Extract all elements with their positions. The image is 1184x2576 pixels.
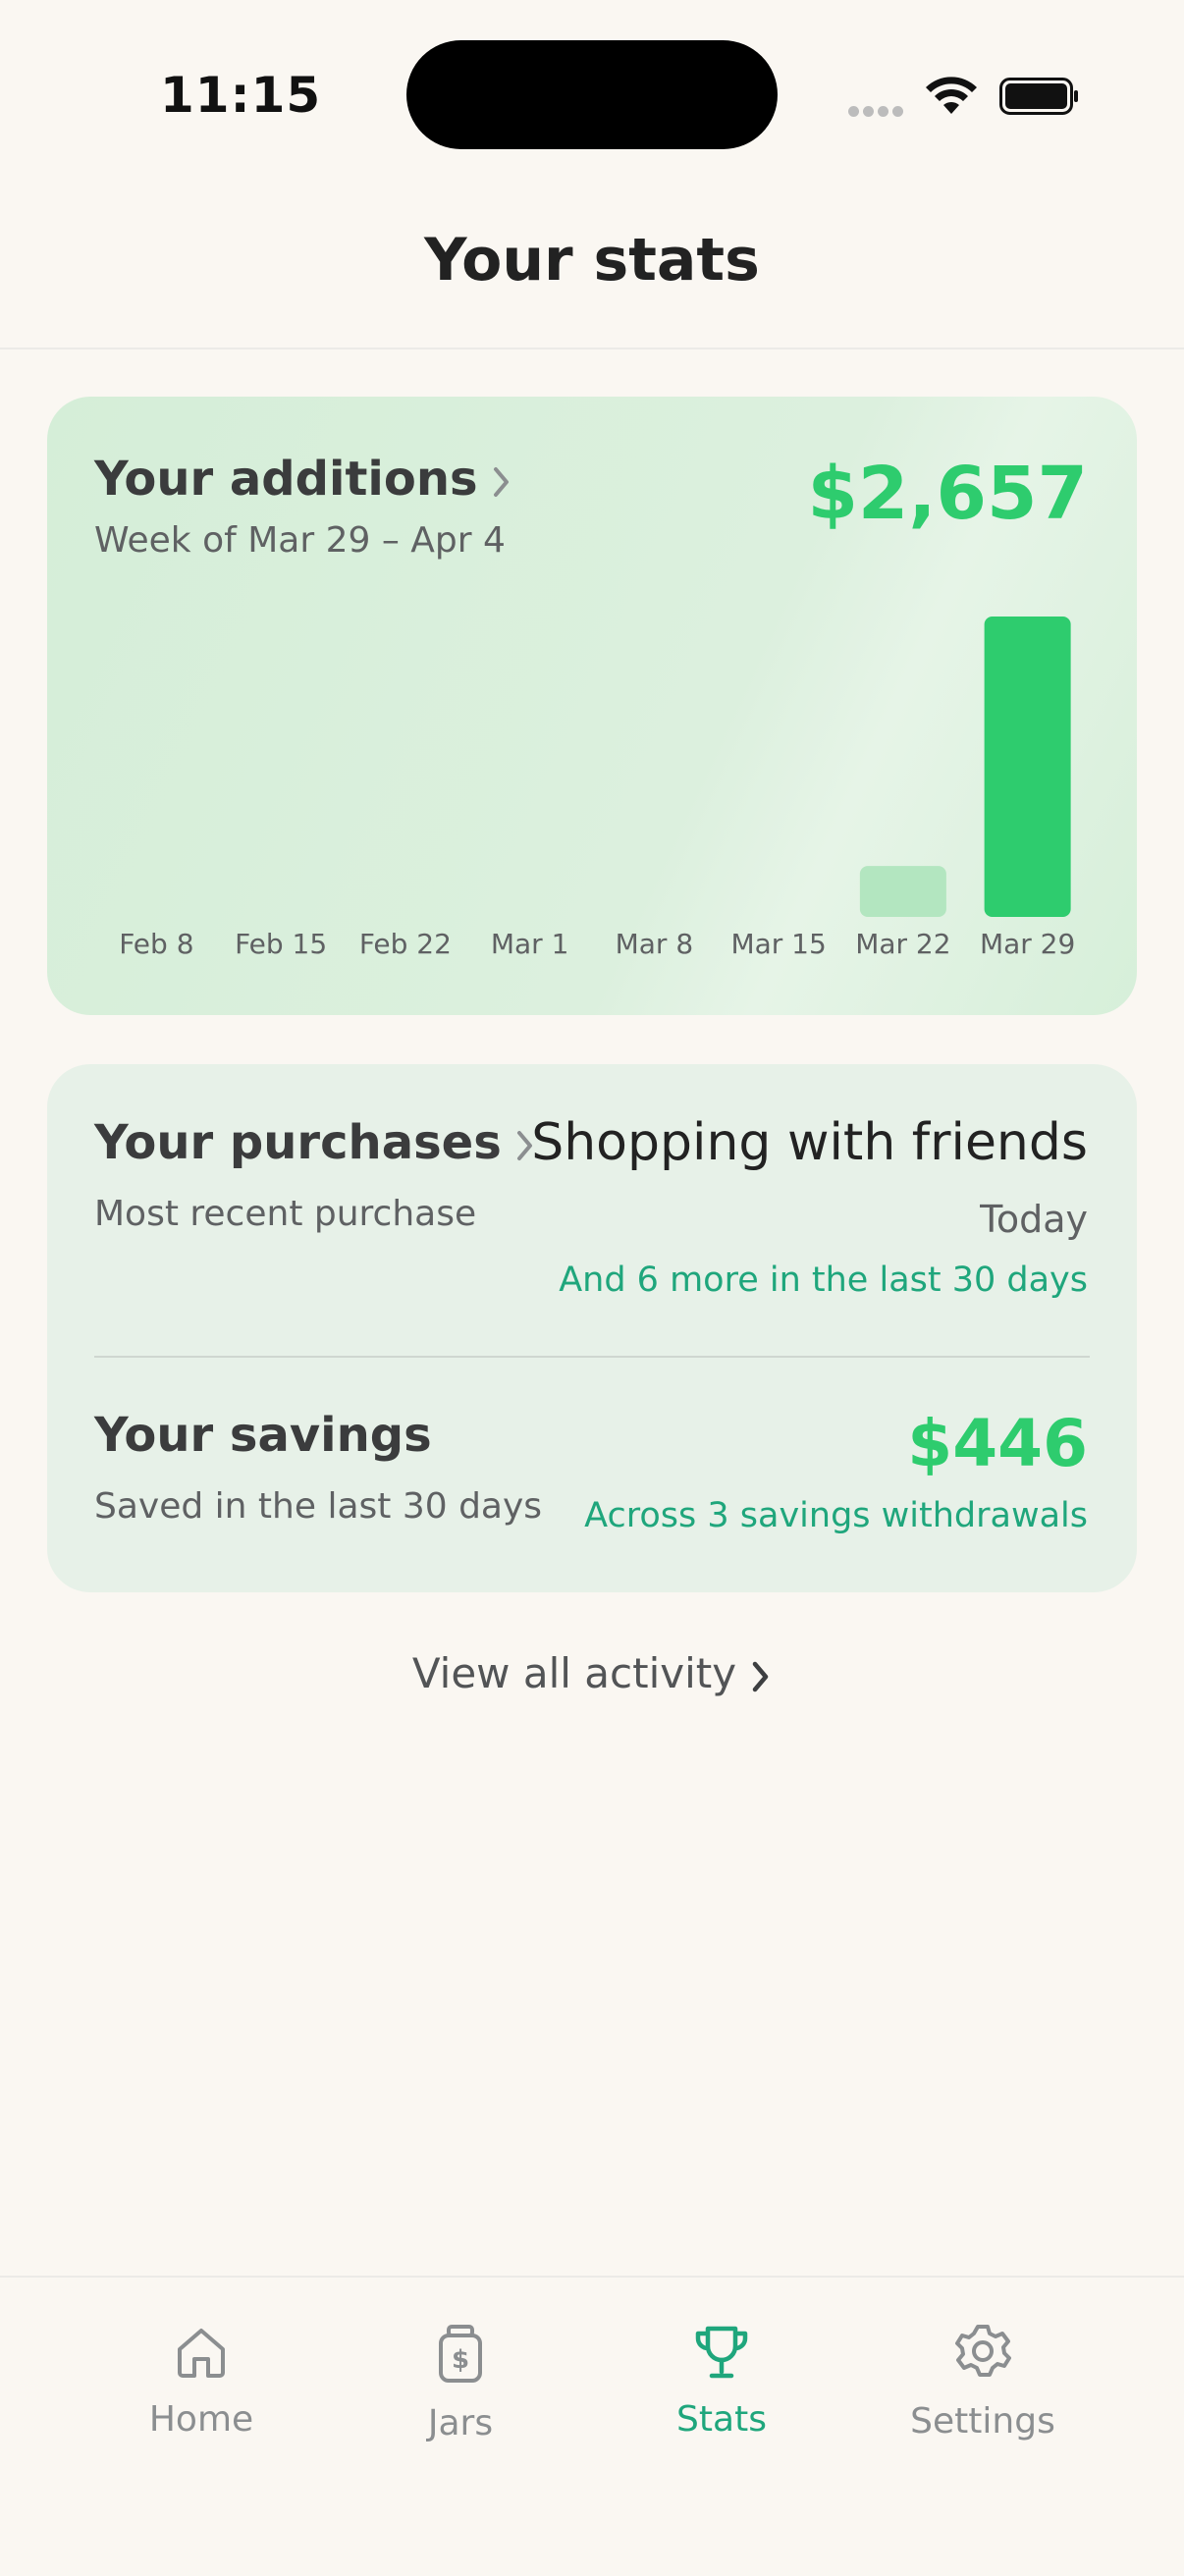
- additions-bar-chart: Feb 8 Feb 15 Feb 22 Mar 1 Mar 8 Mar 15 Mar 22 M…: [119, 617, 1075, 960]
- chart-x-tick-label: Feb 8: [119, 928, 193, 960]
- chart-bar-mar-22: [859, 866, 946, 917]
- jar-icon: $: [439, 2325, 482, 2383]
- wifi-icon: [926, 77, 977, 114]
- home-icon: [178, 2329, 225, 2378]
- trophy-icon: [695, 2326, 748, 2379]
- chevron-right-icon: [493, 467, 509, 497]
- status-time: 11:15: [160, 67, 322, 124]
- purchases-title-link[interactable]: Your purchases: [94, 1115, 535, 1170]
- chart-x-tick-label: Mar 1: [491, 928, 569, 960]
- additions-title: Your additions: [94, 452, 478, 507]
- svg-text:$: $: [452, 2345, 469, 2375]
- chart-x-tick-label: Feb 15: [235, 928, 327, 960]
- tab-stats[interactable]: Stats: [604, 2323, 839, 2440]
- chart-bar-mar-29: [984, 617, 1071, 917]
- additions-subtitle: Week of Mar 29 – Apr 4: [94, 520, 506, 561]
- view-all-activity-label: View all activity: [411, 1649, 737, 1697]
- chart-x-tick-label: Mar 8: [616, 928, 694, 960]
- chevron-right-icon: [752, 1661, 769, 1691]
- savings-subtitle: Saved in the last 30 days: [94, 1486, 543, 1527]
- gear-icon: [955, 2325, 1011, 2377]
- dynamic-island: [406, 40, 778, 149]
- latest-purchase-date: Today: [980, 1198, 1088, 1241]
- tab-home[interactable]: Home: [83, 2323, 319, 2440]
- battery-icon: [999, 78, 1078, 115]
- tab-home-label: Home: [148, 2399, 254, 2440]
- divider: [94, 1356, 1090, 1358]
- chart-x-tick-label: Feb 22: [359, 928, 452, 960]
- latest-purchase-name: Shopping with friends: [531, 1113, 1088, 1172]
- more-purchases-link[interactable]: And 6 more in the last 30 days: [559, 1261, 1088, 1300]
- tab-stats-label: Stats: [676, 2399, 767, 2440]
- chart-x-tick-label: Mar 22: [855, 928, 950, 960]
- page-title: Your stats: [424, 226, 760, 295]
- chart-x-tick-label: Mar 15: [730, 928, 826, 960]
- savings-title: Your savings: [94, 1408, 432, 1463]
- page-header: Your stats: [0, 187, 1184, 349]
- purchases-title: Your purchases: [94, 1115, 502, 1170]
- purchases-savings-card: Your purchases Most recent purchase Shop…: [47, 1064, 1137, 1592]
- tab-settings-label: Settings: [910, 2401, 1055, 2442]
- cellular-signal-icon: [848, 102, 907, 121]
- additions-amount: $2,657: [807, 452, 1088, 536]
- view-all-activity-link[interactable]: View all activity: [0, 1649, 1184, 1697]
- additions-card[interactable]: Your additions Week of Mar 29 – Apr 4 $2…: [47, 397, 1137, 1015]
- tab-bar: Home $ Jars Stats Settings: [0, 2276, 1184, 2576]
- chart-x-tick-label: Mar 29: [980, 928, 1075, 960]
- tab-settings[interactable]: Settings: [865, 2323, 1101, 2442]
- status-bar: 11:15: [0, 0, 1184, 187]
- purchases-subtitle: Most recent purchase: [94, 1194, 477, 1234]
- tab-jars-label: Jars: [427, 2403, 494, 2443]
- savings-amount: $446: [907, 1406, 1088, 1481]
- savings-withdrawals-note: Across 3 savings withdrawals: [584, 1496, 1088, 1535]
- tab-jars[interactable]: $ Jars: [343, 2323, 578, 2443]
- additions-title-link[interactable]: Your additions: [94, 452, 511, 507]
